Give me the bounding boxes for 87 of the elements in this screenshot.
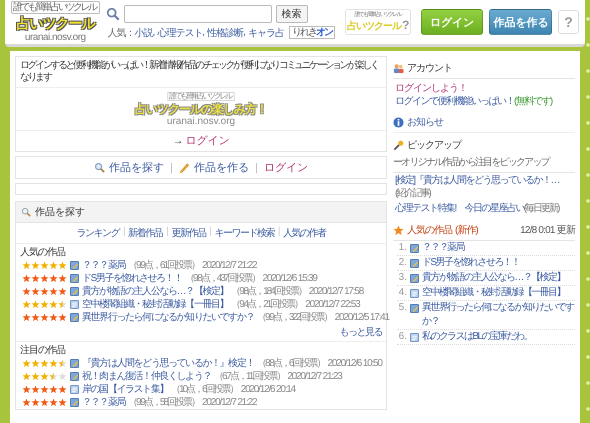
logo-tagline: 誰でも簡単占いツクレル: [11, 1, 100, 14]
work-link[interactable]: ？？？薬局: [82, 259, 126, 272]
ranking-link[interactable]: 異世界行ったら何になるか知りたいですか？: [422, 301, 575, 329]
separator: ,: [243, 27, 245, 38]
rank-number: 3.: [398, 271, 407, 285]
section-title: 作品を探す: [35, 206, 85, 219]
work-link[interactable]: 空中楼閣組織・秘封活動録【一冊目】: [82, 298, 228, 311]
login-link[interactable]: ログイン: [186, 133, 230, 148]
news-link[interactable]: お知らせ: [407, 115, 443, 129]
work-date: 2020/12/6 15:39: [262, 272, 317, 285]
rank-number: 2.: [398, 256, 407, 270]
ranking-link[interactable]: ドS男子を惚れさせろ！！: [422, 256, 520, 270]
work-stats: （8.8点，6回投票）: [257, 357, 324, 370]
work-stats: （9.8点，437回投票）: [184, 272, 260, 285]
more-link[interactable]: もっと見る: [340, 325, 382, 339]
separator: |: [209, 226, 210, 239]
popular-link[interactable]: 小説: [134, 26, 152, 40]
work-stats: （9.9点，322回投票）: [257, 311, 332, 324]
work-stats: （6.7点，11回投票）: [214, 370, 284, 383]
arrow-text: →: [172, 134, 184, 146]
work-stats: （9.9点，61回投票）: [128, 259, 200, 272]
work-date: 2020/12/6 10:50: [327, 357, 382, 370]
pickup-tag: (毎日更新): [524, 202, 558, 215]
rank-number: 6.: [398, 330, 407, 344]
work-stats: （9.9点，58回投票）: [128, 396, 200, 409]
work-date: 2020/12/7 17:58: [308, 285, 364, 298]
separator: ,: [202, 27, 204, 38]
nav-link[interactable]: 更新作品: [171, 226, 206, 240]
popular-link[interactable]: 心理テスト: [157, 26, 202, 40]
pickup-link[interactable]: [検定]『貴方は人間をどう思っているか！…: [395, 174, 560, 187]
logo-url: uranai.nosv.org: [24, 32, 86, 43]
group-title: 人気の作品: [20, 246, 66, 259]
ranking-updated: 12/8 0:01 更新: [520, 224, 575, 237]
work-date: 2020/12/7 21:22: [202, 396, 256, 409]
account-title: アカウント: [407, 62, 452, 75]
rank-number: 4.: [398, 286, 407, 300]
rank-number: 5.: [398, 301, 407, 315]
separator: |: [278, 226, 279, 239]
nav-link[interactable]: ランキング: [76, 226, 120, 240]
popular-link[interactable]: キャラ占: [248, 26, 284, 40]
login-link[interactable]: ログイン: [264, 160, 308, 175]
separator: |: [255, 162, 258, 174]
nav-link[interactable]: 人気の作者: [282, 226, 326, 240]
separator: |: [123, 226, 124, 239]
work-stats: （9.4点，21回投票）: [231, 298, 302, 311]
separator: |: [170, 162, 173, 174]
work-link[interactable]: 祝！肉まん復活！仲良くしよう？: [82, 370, 212, 383]
pickup-title: ピックアップ: [407, 138, 461, 152]
login-message: ログインすると便利機能がいっぱい！新着情報/作品のチェックが便利になりコミュニケーションが楽しくなります: [16, 57, 386, 88]
group-title: 注目の作品: [20, 344, 66, 357]
ranking-tag: (新作): [455, 223, 478, 237]
ranking-link[interactable]: 私のクラスはBLの宝庫だわ。: [422, 330, 532, 344]
separator: ,: [152, 27, 154, 38]
pickup-link[interactable]: 心理テスト特集! 今日の星座占い: [395, 202, 524, 215]
history-toggle[interactable]: りれきオン: [288, 26, 335, 39]
work-link[interactable]: 異世界行ったら何になるか知りたいですか？: [82, 311, 254, 324]
popular-link[interactable]: 性格診断: [207, 26, 244, 40]
work-link[interactable]: 貴方が物語の主人公なら…？【検定】: [82, 285, 228, 298]
work-link[interactable]: ドS男子を惚れさせろ！！: [82, 272, 182, 285]
work-date: 2020/12/7 22:53: [305, 298, 360, 311]
pickup-description: ーオリジナル作品から注目をピックアップ: [393, 156, 549, 169]
free-note: (無料です): [514, 95, 552, 108]
work-date: 2020/12/5 17:41: [334, 311, 389, 324]
ranking-link[interactable]: 空中楼閣組織・秘封活動録【一冊目】: [422, 286, 565, 300]
work-link[interactable]: ？？？薬局: [82, 396, 126, 409]
popular-label: 人気：: [108, 26, 134, 40]
work-link[interactable]: 『貴方は人間をどう思っているか！』検定！: [82, 357, 254, 370]
login-link[interactable]: ログインしよう！: [393, 79, 575, 95]
guide-banner[interactable]: 誰でも簡単占いツクレル 占いツクールの楽しみ方！ uranai.nosv.org: [16, 88, 386, 131]
work-stats: （9.8点，184回投票）: [231, 285, 306, 298]
work-link[interactable]: 岸の国【イラスト集】: [82, 383, 168, 396]
quick-link[interactable]: 作品を作る: [194, 160, 249, 175]
rank-number: 1.: [398, 241, 407, 255]
work-stats: （10点，6回投票）: [171, 383, 238, 396]
nav-link[interactable]: 新着作品: [128, 226, 162, 240]
pickup-tag: (紹介記事): [395, 187, 430, 200]
ranking-link[interactable]: 貴方が物語の主人公なら…？【検定】: [422, 271, 565, 285]
separator: |: [166, 226, 168, 239]
work-date: 2020/12/7 21:22: [202, 259, 256, 272]
ranking-title: 人気の作品: [407, 224, 452, 237]
login-note-link[interactable]: ログインで便利機能いっぱい！: [395, 95, 514, 108]
work-date: 2020/12/7 21:23: [287, 370, 342, 383]
work-date: 2020/12/6 20:14: [240, 383, 295, 396]
search-button[interactable]: 検索: [276, 4, 308, 22]
ranking-link[interactable]: ？？？薬局: [422, 241, 464, 255]
quick-link[interactable]: 作品を探す: [109, 160, 164, 175]
nav-link[interactable]: キーワード検索: [214, 226, 274, 240]
